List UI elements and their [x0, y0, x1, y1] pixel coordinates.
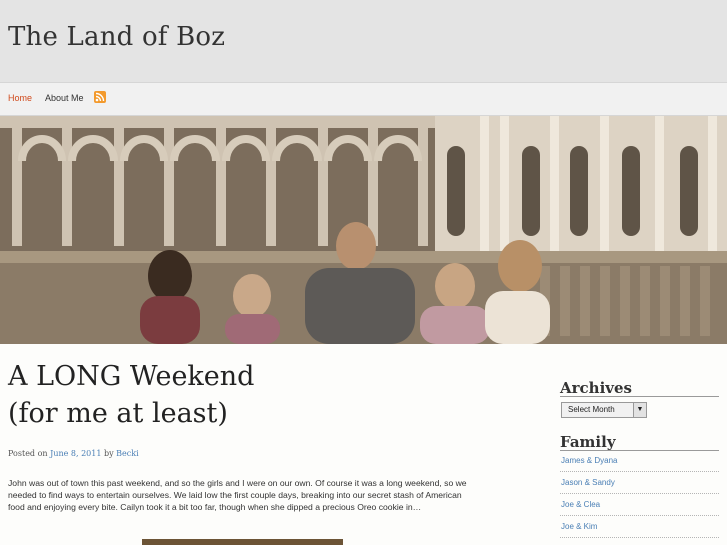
post-image[interactable]	[142, 539, 343, 545]
post-excerpt: John was out of town this past weekend, …	[8, 478, 467, 512]
family-divider	[560, 450, 719, 451]
family-link-separator	[560, 537, 719, 538]
family-photo	[0, 116, 727, 344]
family-link-james-dyana[interactable]: James & Dyana	[561, 456, 617, 465]
archives-dropdown-value: Select Month	[568, 405, 615, 414]
archives-divider	[560, 396, 719, 397]
post-title-line-2[interactable]: (for me at least)	[8, 395, 328, 432]
site-title[interactable]: The Land of Boz	[8, 22, 225, 52]
post-title-line-1[interactable]: A LONG Weekend	[8, 358, 328, 395]
nav-home-link[interactable]: Home	[8, 93, 32, 103]
archives-dropdown[interactable]: Select Month ▼	[561, 402, 647, 418]
by-label: by	[103, 449, 114, 458]
post-author-link[interactable]: Becki	[116, 449, 139, 458]
family-link-jason-sandy[interactable]: Jason & Sandy	[561, 478, 615, 487]
family-link-separator	[560, 493, 719, 494]
post-title[interactable]: A LONG Weekend (for me at least)	[8, 358, 328, 432]
family-link-separator	[560, 471, 719, 472]
family-link-separator	[560, 515, 719, 516]
family-link-joe-kim[interactable]: Joe & Kim	[561, 522, 597, 531]
rss-icon[interactable]	[94, 91, 106, 103]
archives-widget-title: Archives	[560, 379, 632, 397]
header-banner-image	[0, 116, 727, 344]
family-link-joe-clea[interactable]: Joe & Clea	[561, 500, 600, 509]
chevron-down-icon[interactable]: ▼	[633, 403, 646, 417]
nav-bar: Home About Me	[0, 82, 727, 116]
posted-on-label: Posted on	[8, 449, 48, 458]
post-meta: Posted on June 8, 2011 by Becki	[8, 449, 139, 458]
site-header: The Land of Boz	[0, 0, 727, 82]
nav-about-link[interactable]: About Me	[45, 93, 84, 103]
post-date-link[interactable]: June 8, 2011	[50, 449, 101, 458]
family-widget-title: Family	[560, 433, 616, 451]
